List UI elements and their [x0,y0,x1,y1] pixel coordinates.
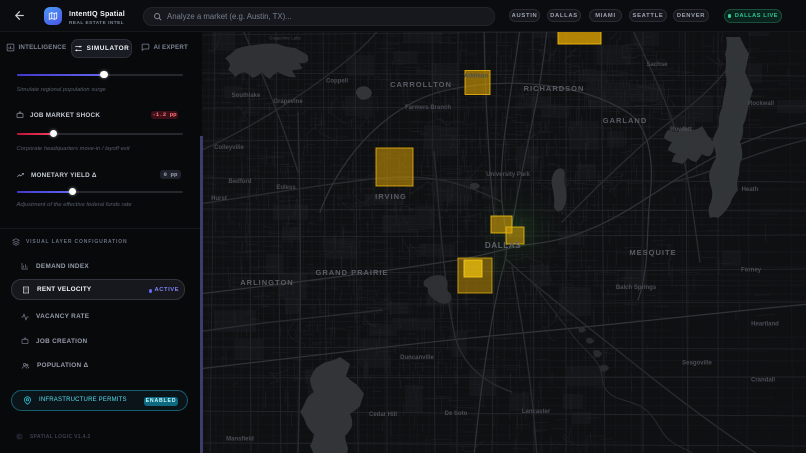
svg-text:Grapevine Lake: Grapevine Lake [269,36,301,41]
svg-text:Addison: Addison [464,74,488,80]
svg-text:Seagoville: Seagoville [682,361,712,367]
svg-text:Balch Springs: Balch Springs [616,285,657,291]
svg-text:Cedar Hill: Cedar Hill [369,412,397,418]
svg-text:MESQUITE: MESQUITE [629,248,676,257]
svg-text:Colleyville: Colleyville [214,145,244,151]
svg-text:RICHARDSON: RICHARDSON [524,84,585,93]
svg-text:ARLINGTON: ARLINGTON [240,278,293,287]
svg-text:Hurst: Hurst [211,196,227,202]
svg-text:GARLAND: GARLAND [603,116,648,125]
svg-text:De Soto: De Soto [445,411,468,417]
svg-text:Forney: Forney [741,268,762,274]
svg-text:Crandall: Crandall [751,378,775,384]
svg-text:Euless: Euless [276,185,296,191]
svg-text:Southlake: Southlake [232,93,261,99]
svg-text:Heartland: Heartland [751,322,779,328]
svg-text:Duncanville: Duncanville [400,355,434,361]
svg-text:Grapevine: Grapevine [273,99,303,105]
svg-text:University Park: University Park [486,172,530,178]
svg-text:Rowlett: Rowlett [670,127,692,133]
svg-text:Mansfield: Mansfield [226,437,254,443]
svg-text:CARROLLTON: CARROLLTON [390,80,452,89]
svg-text:DALLAS: DALLAS [485,241,521,250]
svg-text:Lancaster: Lancaster [522,409,551,415]
svg-text:Sachse: Sachse [646,62,668,68]
svg-text:Farmers Branch: Farmers Branch [405,105,451,111]
svg-text:GRAND PRAIRIE: GRAND PRAIRIE [315,268,388,277]
svg-text:Coppell: Coppell [326,79,348,85]
svg-text:IRVING: IRVING [375,192,407,201]
svg-text:Rockwall: Rockwall [748,101,774,107]
svg-text:Heath: Heath [742,187,759,193]
svg-text:Bedford: Bedford [229,179,252,185]
